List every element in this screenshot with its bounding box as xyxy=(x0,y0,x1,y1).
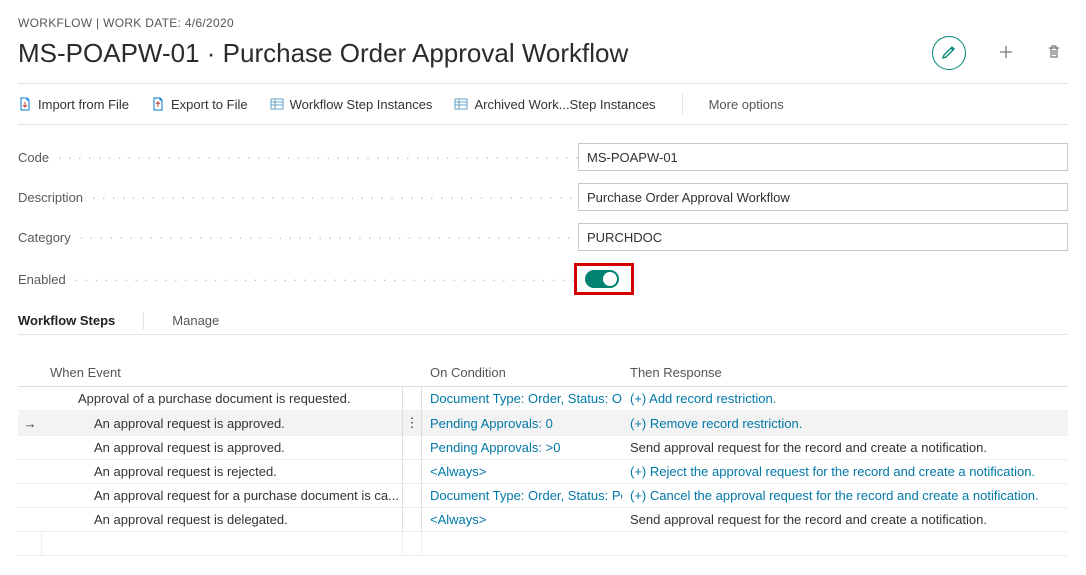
form-area: Code Description Category Enabled xyxy=(18,143,1068,295)
workflow-steps-grid: When Event On Condition Then Response Ap… xyxy=(18,359,1068,556)
row-menu[interactable]: ⋮ xyxy=(402,411,422,436)
row-selector[interactable] xyxy=(18,484,42,508)
on-condition-cell[interactable]: Document Type: Order, Status: Open, ... xyxy=(422,387,622,411)
then-response-cell[interactable]: Send approval request for the record and… xyxy=(622,436,1068,460)
tab-manage[interactable]: Manage xyxy=(172,307,219,334)
list-icon xyxy=(270,97,284,111)
when-event-cell[interactable]: An approval request is delegated. xyxy=(42,508,402,532)
description-label: Description xyxy=(18,190,578,205)
archived-step-instances[interactable]: Archived Work...Step Instances xyxy=(454,97,655,112)
more-options-label: More options xyxy=(709,97,784,112)
grid-footer-row xyxy=(18,532,1068,556)
step-instances[interactable]: Workflow Step Instances xyxy=(270,97,433,112)
new-button[interactable] xyxy=(998,45,1014,61)
row-selector[interactable] xyxy=(18,387,42,411)
table-row[interactable]: Approval of a purchase document is reque… xyxy=(18,387,1068,411)
more-options[interactable]: More options xyxy=(709,97,784,112)
when-event-cell[interactable]: An approval request is rejected. xyxy=(42,460,402,484)
then-response-cell[interactable]: (+) Add record restriction. xyxy=(622,387,1068,411)
archived-label: Archived Work...Step Instances xyxy=(474,97,655,112)
edit-button[interactable] xyxy=(932,36,966,70)
col-then-response[interactable]: Then Response xyxy=(622,359,1068,387)
row-menu[interactable] xyxy=(402,460,422,484)
then-response-cell[interactable]: (+) Remove record restriction. xyxy=(622,411,1068,436)
import-label: Import from File xyxy=(38,97,129,112)
when-event-cell[interactable]: An approval request is approved. xyxy=(42,436,402,460)
col-when-event[interactable]: When Event xyxy=(42,359,402,387)
code-input[interactable] xyxy=(578,143,1068,171)
when-event-cell[interactable]: Approval of a purchase document is reque… xyxy=(42,387,402,411)
then-response-cell[interactable]: (+) Reject the approval request for the … xyxy=(622,460,1068,484)
row-menu[interactable] xyxy=(402,484,422,508)
delete-button[interactable] xyxy=(1046,45,1062,61)
when-event-cell[interactable]: An approval request for a purchase docum… xyxy=(42,484,402,508)
export-to-file[interactable]: Export to File xyxy=(151,97,248,112)
then-response-cell[interactable]: (+) Cancel the approval request for the … xyxy=(622,484,1068,508)
category-input[interactable] xyxy=(578,223,1068,251)
row-menu[interactable] xyxy=(402,508,422,532)
table-row[interactable]: An approval request is approved. Pending … xyxy=(18,436,1068,460)
on-condition-cell[interactable]: <Always> xyxy=(422,460,622,484)
highlight-box xyxy=(574,263,634,295)
export-icon xyxy=(151,97,165,111)
row-selector[interactable] xyxy=(18,508,42,532)
table-row[interactable]: An approval request is rejected. <Always>… xyxy=(18,460,1068,484)
divider xyxy=(682,94,683,114)
row-selector[interactable] xyxy=(18,436,42,460)
grid-header: When Event On Condition Then Response xyxy=(18,359,1068,387)
row-menu[interactable] xyxy=(402,436,422,460)
divider xyxy=(143,312,144,330)
on-condition-cell[interactable]: Pending Approvals: 0 xyxy=(422,411,622,436)
table-row[interactable]: →An approval request is approved.⋮Pendin… xyxy=(18,411,1068,436)
table-row[interactable]: An approval request for a purchase docum… xyxy=(18,484,1068,508)
row-selector[interactable]: → xyxy=(18,411,42,436)
then-response-cell[interactable]: Send approval request for the record and… xyxy=(622,508,1068,532)
tab-workflow-steps[interactable]: Workflow Steps xyxy=(18,307,115,334)
page-title: MS-POAPW-01 · Purchase Order Approval Wo… xyxy=(18,38,628,69)
more-vertical-icon: ⋮ xyxy=(406,415,419,431)
on-condition-cell[interactable]: Pending Approvals: >0 xyxy=(422,436,622,460)
on-condition-cell[interactable]: Document Type: Order, Status: Pendin... xyxy=(422,484,622,508)
header-actions xyxy=(932,36,1068,70)
step-instances-label: Workflow Step Instances xyxy=(290,97,433,112)
when-event-cell[interactable]: An approval request is approved. xyxy=(42,411,402,436)
import-icon xyxy=(18,97,32,111)
col-on-condition[interactable]: On Condition xyxy=(422,359,622,387)
category-label: Category xyxy=(18,230,578,245)
export-label: Export to File xyxy=(171,97,248,112)
row-menu[interactable] xyxy=(402,387,422,411)
subtabs: Workflow Steps Manage xyxy=(18,307,1068,335)
row-selector[interactable] xyxy=(18,460,42,484)
list-icon xyxy=(454,97,468,111)
trash-icon xyxy=(1047,44,1061,63)
plus-icon xyxy=(998,44,1014,63)
code-label: Code xyxy=(18,150,578,165)
on-condition-cell[interactable]: <Always> xyxy=(422,508,622,532)
toolbar: Import from File Export to File Workflow… xyxy=(18,90,1068,120)
breadcrumb: WORKFLOW | WORK DATE: 4/6/2020 xyxy=(18,16,1068,30)
import-from-file[interactable]: Import from File xyxy=(18,97,129,112)
table-row[interactable]: An approval request is delegated. <Always… xyxy=(18,508,1068,532)
description-input[interactable] xyxy=(578,183,1068,211)
enabled-toggle[interactable] xyxy=(585,270,619,288)
pencil-icon xyxy=(941,44,957,63)
enabled-label: Enabled xyxy=(18,272,578,287)
